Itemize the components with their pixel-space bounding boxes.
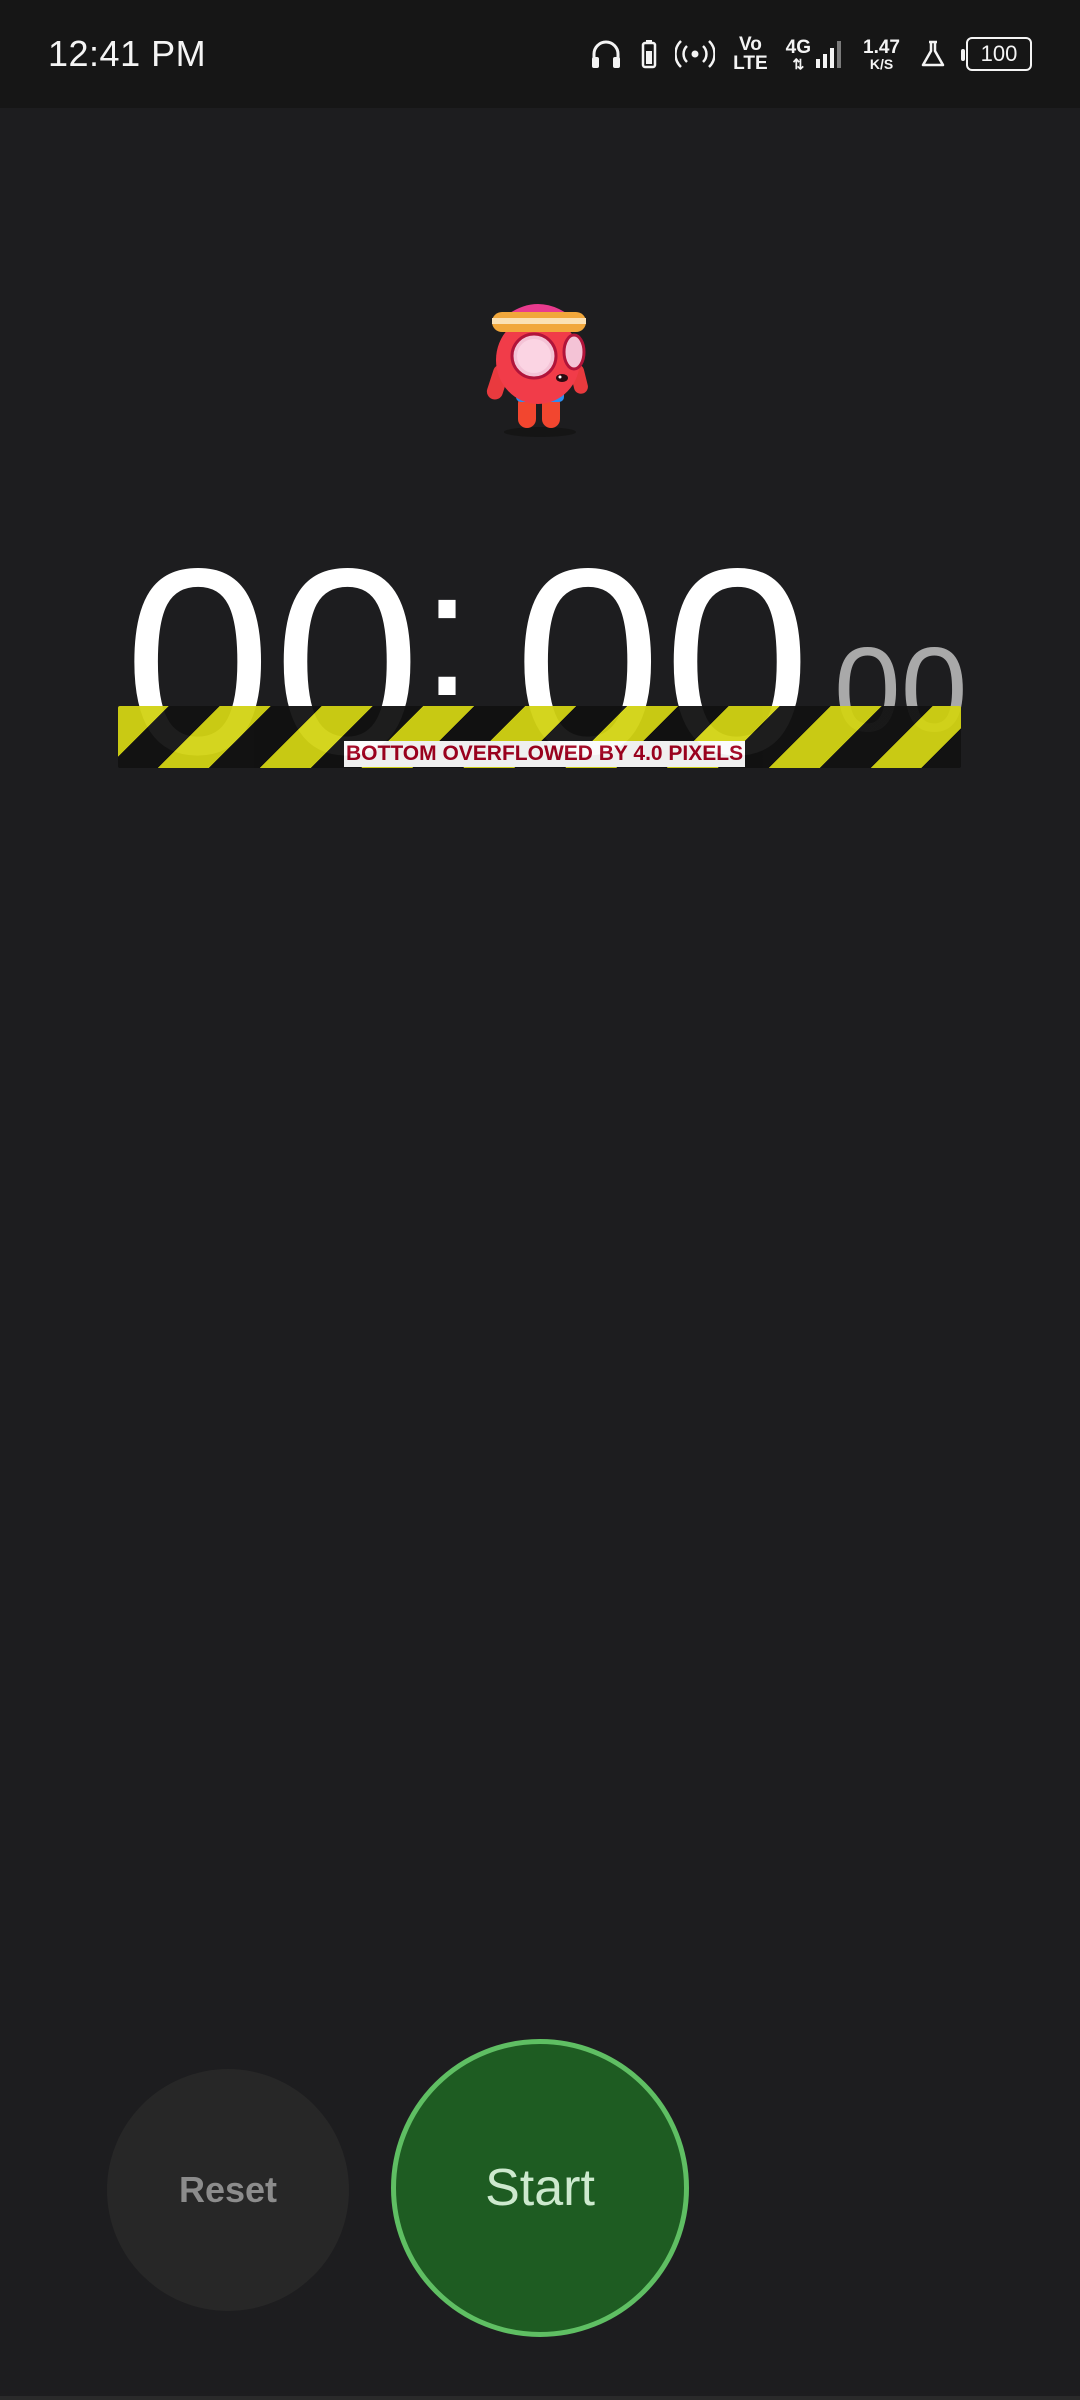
timer-separator: :: [422, 533, 473, 734]
volte-indicator: Vo LTE: [733, 35, 767, 73]
data-arrows-icon: ⇅: [792, 55, 805, 72]
net-speed-unit: K/S: [869, 55, 894, 72]
signal-icon: [816, 41, 842, 68]
mascot-character-icon: [478, 290, 602, 440]
status-icons: Vo LTE 4G ⇅ 1.47 K/S 100: [589, 35, 1032, 73]
network-type-label: 4G: [785, 36, 812, 58]
navigation-edge: [0, 2396, 1080, 2400]
overflow-warning-text: BOTTOM OVERFLOWED BY 4.0 PIXELS: [344, 741, 746, 767]
signal-group: 4G ⇅: [786, 38, 845, 71]
headphones-icon: [589, 37, 623, 71]
battery-indicator: 100: [961, 37, 1032, 71]
net-speed-value: 1.47: [863, 36, 900, 58]
lab-flask-icon: [918, 39, 948, 69]
net-speed: 1.47 K/S: [863, 38, 900, 71]
overflow-warning-stripe: BOTTOM OVERFLOWED BY 4.0 PIXELS: [118, 706, 961, 768]
volte-bottom: LTE: [733, 53, 768, 74]
reset-button[interactable]: Reset: [107, 2069, 349, 2311]
status-time: 12:41 PM: [48, 33, 207, 74]
volte-top: Vo: [738, 34, 762, 55]
status-bar: 12:41 PM Vo LTE 4G ⇅ 1.47 K/S 100: [0, 0, 1080, 108]
battery-saver-icon: [641, 39, 657, 69]
network-type: 4G ⇅: [786, 38, 811, 71]
battery-level: 100: [980, 41, 1018, 66]
start-button[interactable]: Start: [391, 2039, 689, 2337]
hotspot-icon: [675, 39, 716, 69]
